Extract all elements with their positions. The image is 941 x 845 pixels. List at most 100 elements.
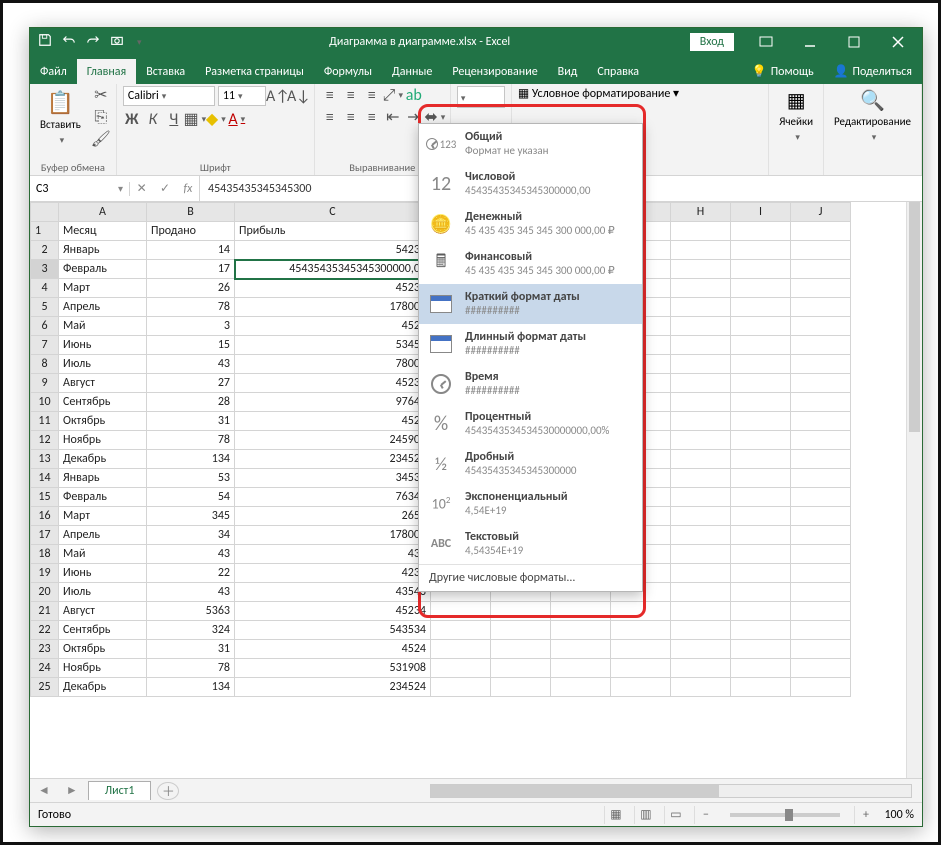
- align-middle-icon[interactable]: ≡: [342, 86, 360, 104]
- cell[interactable]: [791, 678, 851, 697]
- cell[interactable]: 45234: [235, 602, 431, 621]
- cell[interactable]: [551, 659, 611, 678]
- cell[interactable]: 5363: [147, 602, 235, 621]
- cell[interactable]: [491, 602, 551, 621]
- undo-icon[interactable]: [62, 33, 76, 51]
- number-format-item-text[interactable]: ABC Текстовый 4,54354E+19: [419, 524, 642, 564]
- cell[interactable]: Январь: [59, 469, 147, 488]
- cell[interactable]: [731, 488, 791, 507]
- cell[interactable]: 78: [147, 659, 235, 678]
- row-header[interactable]: 6: [31, 317, 59, 336]
- underline-icon[interactable]: Ч: [165, 110, 183, 128]
- row-header[interactable]: 19: [31, 564, 59, 583]
- cell[interactable]: 45234: [235, 374, 431, 393]
- cell[interactable]: 4524: [235, 640, 431, 659]
- number-format-combo[interactable]: [457, 86, 505, 108]
- italic-icon[interactable]: К: [144, 110, 162, 128]
- qat-customize-icon[interactable]: [134, 35, 142, 49]
- cell[interactable]: [791, 374, 851, 393]
- cell[interactable]: Май: [59, 545, 147, 564]
- cell[interactable]: 34: [147, 526, 235, 545]
- view-page-layout-icon[interactable]: ▥: [634, 806, 656, 824]
- row-header[interactable]: 8: [31, 355, 59, 374]
- cell[interactable]: Ноябрь: [59, 431, 147, 450]
- cell[interactable]: Прибыль: [235, 222, 431, 241]
- row-header[interactable]: 12: [31, 431, 59, 450]
- cell[interactable]: [791, 526, 851, 545]
- row-header[interactable]: 15: [31, 488, 59, 507]
- cell[interactable]: [731, 469, 791, 488]
- cell[interactable]: 4523: [235, 317, 431, 336]
- cell[interactable]: [671, 260, 731, 279]
- sheet-nav-next-icon[interactable]: ►: [58, 783, 86, 798]
- cell[interactable]: [611, 640, 671, 659]
- cell[interactable]: [791, 621, 851, 640]
- row-header[interactable]: 4: [31, 279, 59, 298]
- cell[interactable]: [611, 659, 671, 678]
- cell[interactable]: [731, 374, 791, 393]
- row-header[interactable]: 17: [31, 526, 59, 545]
- fill-color-icon[interactable]: ◆: [207, 110, 225, 128]
- cell[interactable]: 15: [147, 336, 235, 355]
- name-box[interactable]: C3▾: [30, 182, 130, 196]
- horizontal-scrollbar[interactable]: [430, 784, 912, 798]
- cell[interactable]: [671, 450, 731, 469]
- tab-file[interactable]: Файл: [30, 59, 77, 84]
- cell[interactable]: 234524: [235, 450, 431, 469]
- cell[interactable]: Сентябрь: [59, 621, 147, 640]
- cell[interactable]: 54: [147, 488, 235, 507]
- cell[interactable]: Месяц: [59, 222, 147, 241]
- cell[interactable]: [671, 640, 731, 659]
- cell[interactable]: 54234: [235, 241, 431, 260]
- cell[interactable]: [791, 564, 851, 583]
- cell[interactable]: Февраль: [59, 488, 147, 507]
- row-header[interactable]: 24: [31, 659, 59, 678]
- cell[interactable]: [791, 412, 851, 431]
- cell[interactable]: 178000: [235, 526, 431, 545]
- cell[interactable]: [731, 279, 791, 298]
- cell[interactable]: 22: [147, 564, 235, 583]
- zoom-in-icon[interactable]: +: [854, 806, 876, 824]
- row-header[interactable]: 18: [31, 545, 59, 564]
- cell[interactable]: [671, 222, 731, 241]
- cell[interactable]: [671, 241, 731, 260]
- number-format-item-scientific[interactable]: 102 Экспоненциальный 4,54E+19: [419, 484, 642, 524]
- cell[interactable]: Апрель: [59, 298, 147, 317]
- align-right-icon[interactable]: ≡: [363, 108, 381, 126]
- cell[interactable]: [731, 450, 791, 469]
- cell[interactable]: [791, 640, 851, 659]
- cell[interactable]: 134: [147, 450, 235, 469]
- cell[interactable]: [791, 241, 851, 260]
- cell[interactable]: [731, 583, 791, 602]
- cell[interactable]: [671, 659, 731, 678]
- tab-formulas[interactable]: Формулы: [314, 59, 382, 84]
- cell[interactable]: [791, 583, 851, 602]
- cell[interactable]: [431, 678, 491, 697]
- cell[interactable]: [731, 602, 791, 621]
- cell[interactable]: [791, 222, 851, 241]
- cell[interactable]: 543534: [235, 621, 431, 640]
- cell[interactable]: [671, 545, 731, 564]
- cell[interactable]: [791, 355, 851, 374]
- bold-icon[interactable]: Ж: [123, 110, 141, 128]
- cell[interactable]: [791, 393, 851, 412]
- row-header[interactable]: 5: [31, 298, 59, 317]
- zoom-slider[interactable]: [730, 813, 840, 817]
- cell[interactable]: [791, 602, 851, 621]
- cell[interactable]: [791, 279, 851, 298]
- cell[interactable]: 97643: [235, 393, 431, 412]
- row-header[interactable]: 3: [31, 260, 59, 279]
- cell[interactable]: [611, 602, 671, 621]
- cell[interactable]: Май: [59, 317, 147, 336]
- cut-icon[interactable]: ✂: [92, 86, 110, 104]
- cell[interactable]: Июнь: [59, 564, 147, 583]
- cell[interactable]: [671, 507, 731, 526]
- zoom-out-icon[interactable]: −: [694, 806, 716, 824]
- cell[interactable]: [731, 621, 791, 640]
- orientation-icon[interactable]: ⤢: [384, 86, 402, 104]
- cell[interactable]: [791, 545, 851, 564]
- new-sheet-button[interactable]: ＋: [157, 782, 179, 800]
- close-icon[interactable]: [878, 28, 918, 56]
- row-header[interactable]: 9: [31, 374, 59, 393]
- cell[interactable]: Октябрь: [59, 640, 147, 659]
